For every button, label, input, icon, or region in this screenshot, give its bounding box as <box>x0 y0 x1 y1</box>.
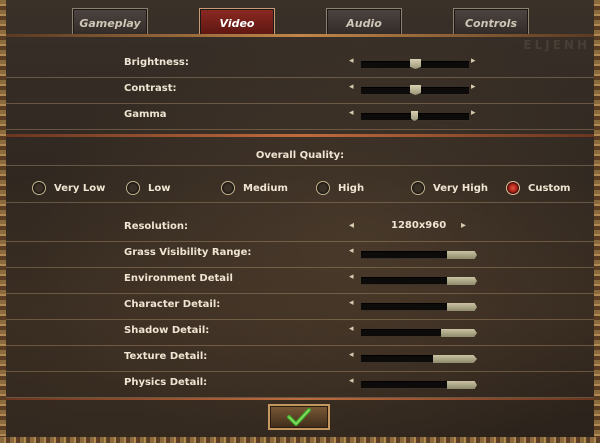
arrow-left-icon[interactable]: ◂ <box>349 220 354 231</box>
footer-divider <box>6 398 594 400</box>
texture-detail-row: Texture Detail: ◂ <box>6 346 594 372</box>
section-divider <box>6 134 594 137</box>
environment-detail-slider[interactable] <box>361 277 477 285</box>
quality-label-row <box>6 143 594 166</box>
tab-controls[interactable]: Controls <box>453 8 529 37</box>
arrow-left-icon[interactable]: ◂ <box>349 324 354 334</box>
background-watermark: ELJENH <box>523 38 590 52</box>
texture-detail-label: Texture Detail: <box>124 351 208 362</box>
contrast-row: Contrast: ◂ ▸ <box>6 78 594 104</box>
gamma-label: Gamma <box>124 109 167 120</box>
shadow-detail-slider[interactable] <box>361 329 477 337</box>
slider-thumb[interactable] <box>410 59 421 69</box>
arrow-left-icon[interactable]: ◂ <box>349 298 354 308</box>
gamma-row: Gamma ◂ ▸ <box>6 104 594 130</box>
grass-visibility-label: Grass Visibility Range: <box>124 247 252 258</box>
checkmark-icon <box>286 407 312 427</box>
brightness-slider[interactable] <box>361 59 469 69</box>
brightness-label: Brightness: <box>124 57 189 68</box>
grass-visibility-slider[interactable] <box>361 251 477 259</box>
arrow-left-icon[interactable]: ◂ <box>349 376 354 386</box>
arrow-right-icon[interactable]: ▸ <box>471 82 476 92</box>
arrow-right-icon[interactable]: ▸ <box>461 220 466 231</box>
contrast-slider[interactable] <box>361 85 469 95</box>
contrast-label: Contrast: <box>124 83 177 94</box>
arrow-left-icon[interactable]: ◂ <box>349 56 354 66</box>
physics-detail-label: Physics Detail: <box>124 377 208 388</box>
resolution-row: Resolution: ◂ 1280x960 ▸ <box>6 216 594 242</box>
physics-detail-slider[interactable] <box>361 381 477 389</box>
slider-fill[interactable] <box>441 329 477 337</box>
tab-gameplay[interactable]: Gameplay <box>72 8 148 37</box>
resolution-label: Resolution: <box>124 221 189 232</box>
slider-fill[interactable] <box>447 277 477 285</box>
brightness-row: Brightness: ◂ ▸ <box>6 52 594 78</box>
resolution-value: 1280x960 <box>391 220 447 231</box>
shadow-detail-label: Shadow Detail: <box>124 325 210 336</box>
character-detail-label: Character Detail: <box>124 299 221 310</box>
grass-visibility-row: Grass Visibility Range: ◂ <box>6 242 594 268</box>
physics-detail-row: Physics Detail: ◂ <box>6 372 594 398</box>
gamma-slider[interactable] <box>361 111 469 121</box>
confirm-button[interactable] <box>268 404 330 430</box>
slider-thumb[interactable] <box>411 111 418 121</box>
shadow-detail-row: Shadow Detail: ◂ <box>6 320 594 346</box>
tab-audio[interactable]: Audio <box>326 8 402 37</box>
texture-detail-slider[interactable] <box>361 355 477 363</box>
arrow-left-icon[interactable]: ◂ <box>349 82 354 92</box>
frame-border-right <box>594 0 600 443</box>
quality-options-row <box>6 176 594 203</box>
arrow-left-icon[interactable]: ◂ <box>349 350 354 360</box>
environment-detail-row: Environment Detail ◂ <box>6 268 594 294</box>
slider-fill[interactable] <box>447 381 477 389</box>
character-detail-slider[interactable] <box>361 303 477 311</box>
character-detail-row: Character Detail: ◂ <box>6 294 594 320</box>
tab-video[interactable]: Video <box>199 8 275 37</box>
frame-border-bottom <box>0 437 600 443</box>
environment-detail-label: Environment Detail <box>124 273 233 284</box>
tab-divider <box>6 34 594 37</box>
slider-fill[interactable] <box>447 251 477 259</box>
slider-thumb[interactable] <box>410 85 421 95</box>
arrow-left-icon[interactable]: ◂ <box>349 272 354 282</box>
slider-fill[interactable] <box>433 355 477 363</box>
arrow-left-icon[interactable]: ◂ <box>349 246 354 256</box>
arrow-left-icon[interactable]: ◂ <box>349 108 354 118</box>
slider-fill[interactable] <box>447 303 477 311</box>
arrow-right-icon[interactable]: ▸ <box>471 56 476 66</box>
arrow-right-icon[interactable]: ▸ <box>471 108 476 118</box>
